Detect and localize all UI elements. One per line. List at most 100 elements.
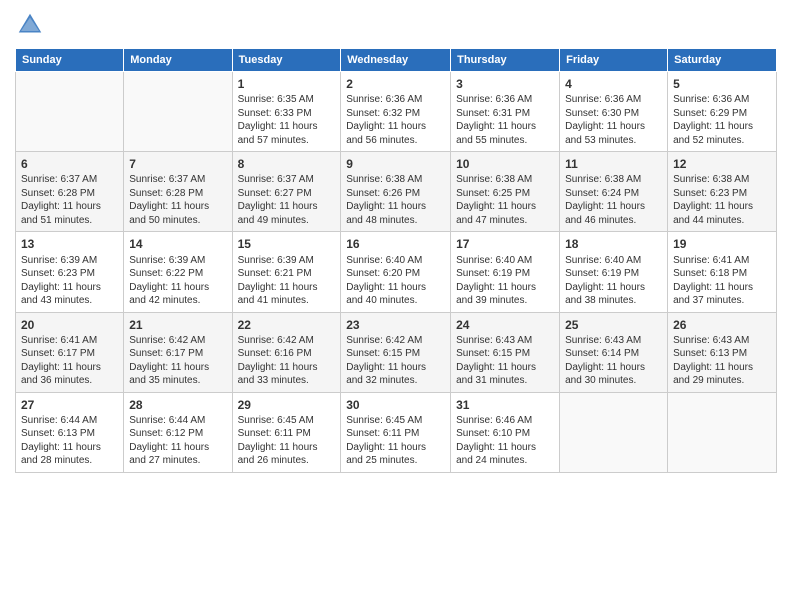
logo <box>15 10 49 40</box>
cell-info: Sunrise: 6:39 AM Sunset: 6:23 PM Dayligh… <box>21 254 118 308</box>
cell-info: Sunrise: 6:43 AM Sunset: 6:13 PM Dayligh… <box>673 334 771 388</box>
day-number: 28 <box>129 397 226 413</box>
calendar-cell: 31Sunrise: 6:46 AM Sunset: 6:10 PM Dayli… <box>451 392 560 472</box>
calendar-cell: 24Sunrise: 6:43 AM Sunset: 6:15 PM Dayli… <box>451 312 560 392</box>
day-number: 20 <box>21 317 118 333</box>
calendar-cell: 21Sunrise: 6:42 AM Sunset: 6:17 PM Dayli… <box>124 312 232 392</box>
header-cell-thursday: Thursday <box>451 49 560 72</box>
calendar-cell <box>16 72 124 152</box>
day-number: 23 <box>346 317 445 333</box>
cell-info: Sunrise: 6:42 AM Sunset: 6:15 PM Dayligh… <box>346 334 445 388</box>
day-number: 29 <box>238 397 336 413</box>
cell-info: Sunrise: 6:35 AM Sunset: 6:33 PM Dayligh… <box>238 93 336 147</box>
calendar-cell <box>124 72 232 152</box>
cell-info: Sunrise: 6:41 AM Sunset: 6:18 PM Dayligh… <box>673 254 771 308</box>
day-number: 8 <box>238 156 336 172</box>
week-row-4: 20Sunrise: 6:41 AM Sunset: 6:17 PM Dayli… <box>16 312 777 392</box>
cell-info: Sunrise: 6:40 AM Sunset: 6:19 PM Dayligh… <box>565 254 662 308</box>
cell-info: Sunrise: 6:39 AM Sunset: 6:22 PM Dayligh… <box>129 254 226 308</box>
cell-info: Sunrise: 6:37 AM Sunset: 6:27 PM Dayligh… <box>238 173 336 227</box>
day-number: 21 <box>129 317 226 333</box>
week-row-2: 6Sunrise: 6:37 AM Sunset: 6:28 PM Daylig… <box>16 152 777 232</box>
cell-info: Sunrise: 6:43 AM Sunset: 6:14 PM Dayligh… <box>565 334 662 388</box>
calendar-cell: 7Sunrise: 6:37 AM Sunset: 6:28 PM Daylig… <box>124 152 232 232</box>
cell-info: Sunrise: 6:45 AM Sunset: 6:11 PM Dayligh… <box>346 414 445 468</box>
header-cell-friday: Friday <box>560 49 668 72</box>
cell-info: Sunrise: 6:38 AM Sunset: 6:24 PM Dayligh… <box>565 173 662 227</box>
calendar-cell: 19Sunrise: 6:41 AM Sunset: 6:18 PM Dayli… <box>668 232 777 312</box>
cell-info: Sunrise: 6:43 AM Sunset: 6:15 PM Dayligh… <box>456 334 554 388</box>
day-number: 7 <box>129 156 226 172</box>
calendar-cell: 12Sunrise: 6:38 AM Sunset: 6:23 PM Dayli… <box>668 152 777 232</box>
calendar-cell <box>560 392 668 472</box>
day-number: 27 <box>21 397 118 413</box>
cell-info: Sunrise: 6:42 AM Sunset: 6:17 PM Dayligh… <box>129 334 226 388</box>
calendar-cell: 26Sunrise: 6:43 AM Sunset: 6:13 PM Dayli… <box>668 312 777 392</box>
day-number: 13 <box>21 236 118 252</box>
logo-icon <box>15 10 45 40</box>
cell-info: Sunrise: 6:44 AM Sunset: 6:12 PM Dayligh… <box>129 414 226 468</box>
day-number: 6 <box>21 156 118 172</box>
calendar-cell: 25Sunrise: 6:43 AM Sunset: 6:14 PM Dayli… <box>560 312 668 392</box>
calendar-cell: 29Sunrise: 6:45 AM Sunset: 6:11 PM Dayli… <box>232 392 341 472</box>
cell-info: Sunrise: 6:45 AM Sunset: 6:11 PM Dayligh… <box>238 414 336 468</box>
day-number: 9 <box>346 156 445 172</box>
cell-info: Sunrise: 6:36 AM Sunset: 6:30 PM Dayligh… <box>565 93 662 147</box>
day-number: 30 <box>346 397 445 413</box>
calendar-cell: 1Sunrise: 6:35 AM Sunset: 6:33 PM Daylig… <box>232 72 341 152</box>
week-row-3: 13 Sunrise: 6:39 AM Sunset: 6:23 PM Dayli… <box>16 232 777 312</box>
calendar-cell: 30Sunrise: 6:45 AM Sunset: 6:11 PM Dayli… <box>341 392 451 472</box>
cell-info: Sunrise: 6:36 AM Sunset: 6:29 PM Dayligh… <box>673 93 771 147</box>
calendar-cell: 22Sunrise: 6:42 AM Sunset: 6:16 PM Dayli… <box>232 312 341 392</box>
cell-info: Sunrise: 6:39 AM Sunset: 6:21 PM Dayligh… <box>238 254 336 308</box>
calendar-cell: 15Sunrise: 6:39 AM Sunset: 6:21 PM Dayli… <box>232 232 341 312</box>
calendar-cell: 17Sunrise: 6:40 AM Sunset: 6:19 PM Dayli… <box>451 232 560 312</box>
header <box>15 10 777 40</box>
header-cell-saturday: Saturday <box>668 49 777 72</box>
cell-info: Sunrise: 6:38 AM Sunset: 6:23 PM Dayligh… <box>673 173 771 227</box>
calendar-cell: 13 Sunrise: 6:39 AM Sunset: 6:23 PM Dayli… <box>16 232 124 312</box>
calendar-cell: 20Sunrise: 6:41 AM Sunset: 6:17 PM Dayli… <box>16 312 124 392</box>
header-cell-tuesday: Tuesday <box>232 49 341 72</box>
day-number: 26 <box>673 317 771 333</box>
day-number: 25 <box>565 317 662 333</box>
cell-info: Sunrise: 6:42 AM Sunset: 6:16 PM Dayligh… <box>238 334 336 388</box>
calendar-cell <box>668 392 777 472</box>
cell-info: Sunrise: 6:40 AM Sunset: 6:20 PM Dayligh… <box>346 254 445 308</box>
calendar-cell: 3Sunrise: 6:36 AM Sunset: 6:31 PM Daylig… <box>451 72 560 152</box>
calendar-cell: 10Sunrise: 6:38 AM Sunset: 6:25 PM Dayli… <box>451 152 560 232</box>
calendar-cell: 28Sunrise: 6:44 AM Sunset: 6:12 PM Dayli… <box>124 392 232 472</box>
day-number: 22 <box>238 317 336 333</box>
day-number: 12 <box>673 156 771 172</box>
calendar-cell: 14 Sunrise: 6:39 AM Sunset: 6:22 PM Dayli… <box>124 232 232 312</box>
day-number: 14 <box>129 236 226 252</box>
day-number: 10 <box>456 156 554 172</box>
page: SundayMondayTuesdayWednesdayThursdayFrid… <box>0 0 792 612</box>
cell-info: Sunrise: 6:38 AM Sunset: 6:25 PM Dayligh… <box>456 173 554 227</box>
calendar-table: SundayMondayTuesdayWednesdayThursdayFrid… <box>15 48 777 473</box>
header-row: SundayMondayTuesdayWednesdayThursdayFrid… <box>16 49 777 72</box>
calendar-cell: 4Sunrise: 6:36 AM Sunset: 6:30 PM Daylig… <box>560 72 668 152</box>
day-number: 11 <box>565 156 662 172</box>
calendar-cell: 5Sunrise: 6:36 AM Sunset: 6:29 PM Daylig… <box>668 72 777 152</box>
header-cell-monday: Monday <box>124 49 232 72</box>
calendar-cell: 8Sunrise: 6:37 AM Sunset: 6:27 PM Daylig… <box>232 152 341 232</box>
cell-info: Sunrise: 6:46 AM Sunset: 6:10 PM Dayligh… <box>456 414 554 468</box>
day-number: 18 <box>565 236 662 252</box>
cell-info: Sunrise: 6:37 AM Sunset: 6:28 PM Dayligh… <box>21 173 118 227</box>
day-number: 17 <box>456 236 554 252</box>
calendar-cell: 18 Sunrise: 6:40 AM Sunset: 6:19 PM Dayli… <box>560 232 668 312</box>
calendar-cell: 6Sunrise: 6:37 AM Sunset: 6:28 PM Daylig… <box>16 152 124 232</box>
calendar-cell: 16 Sunrise: 6:40 AM Sunset: 6:20 PM Dayli… <box>341 232 451 312</box>
day-number: 3 <box>456 76 554 92</box>
cell-info: Sunrise: 6:36 AM Sunset: 6:32 PM Dayligh… <box>346 93 445 147</box>
day-number: 5 <box>673 76 771 92</box>
calendar-cell: 2Sunrise: 6:36 AM Sunset: 6:32 PM Daylig… <box>341 72 451 152</box>
cell-info: Sunrise: 6:37 AM Sunset: 6:28 PM Dayligh… <box>129 173 226 227</box>
cell-info: Sunrise: 6:44 AM Sunset: 6:13 PM Dayligh… <box>21 414 118 468</box>
header-cell-wednesday: Wednesday <box>341 49 451 72</box>
day-number: 1 <box>238 76 336 92</box>
cell-info: Sunrise: 6:38 AM Sunset: 6:26 PM Dayligh… <box>346 173 445 227</box>
day-number: 16 <box>346 236 445 252</box>
week-row-1: 1Sunrise: 6:35 AM Sunset: 6:33 PM Daylig… <box>16 72 777 152</box>
